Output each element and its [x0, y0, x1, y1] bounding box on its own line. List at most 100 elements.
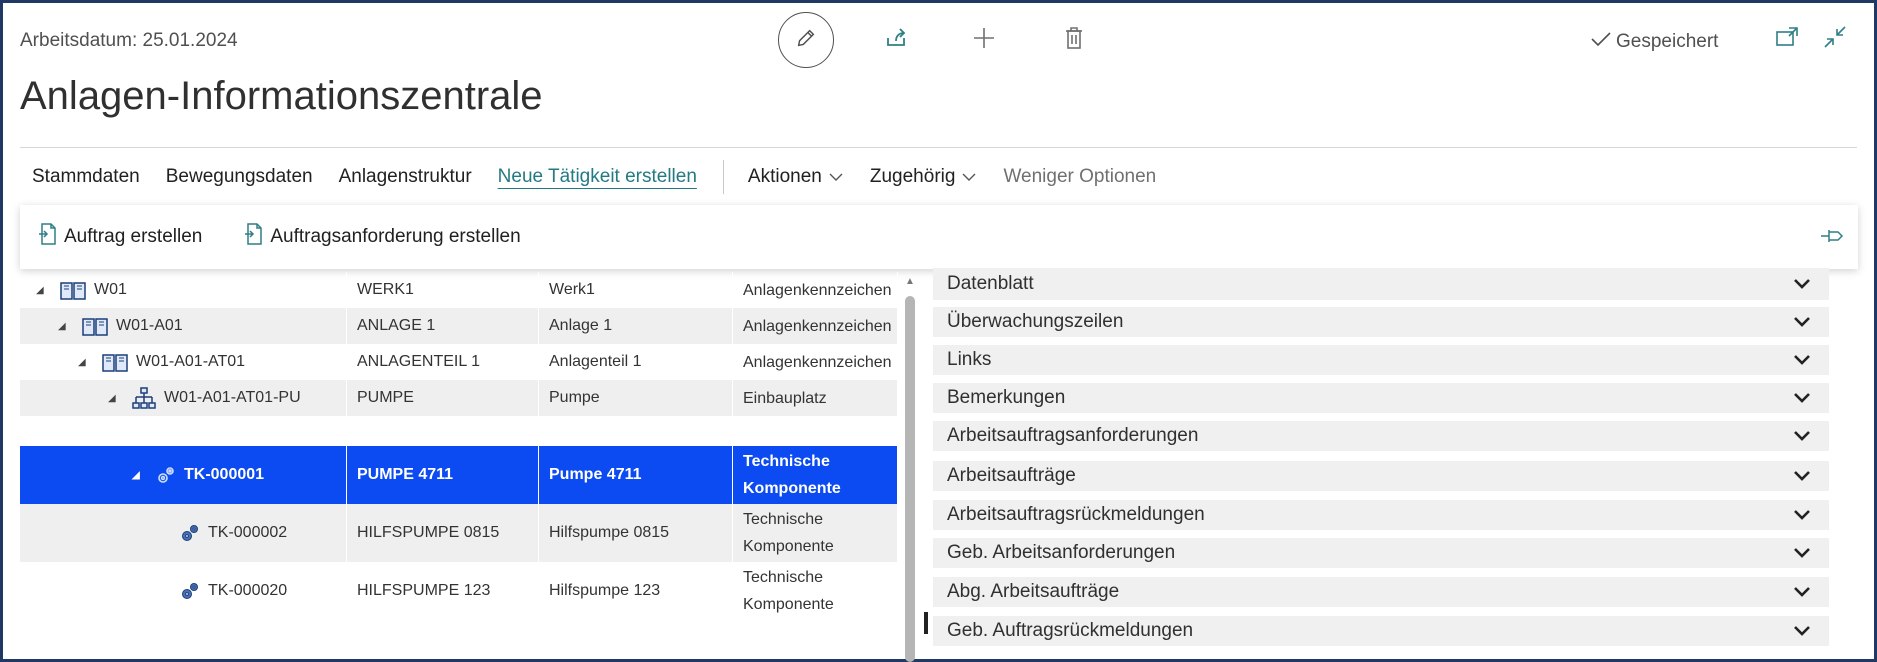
collapse-triangle-icon[interactable]: ◢ [78, 357, 94, 368]
node-name: ANLAGE 1 [347, 308, 539, 344]
factbox-arbeitsauftragsrueckmeldungen[interactable]: Arbeitsauftragsrückmeldungen [933, 500, 1829, 530]
collapse-icon [1823, 25, 1847, 54]
action-zugehoerig-menu[interactable]: Zugehörig [870, 166, 978, 188]
collapse-button[interactable] [1818, 22, 1852, 56]
share-button[interactable] [878, 22, 914, 58]
collapse-triangle-icon[interactable]: ◢ [58, 321, 74, 332]
sub-action-bar: Auftrag erstellen Auftragsanforderung er… [20, 205, 1858, 269]
chevron-down-icon[interactable] [1793, 316, 1811, 328]
scroll-up-icon[interactable]: ▲ [903, 276, 917, 287]
factbox-arbeitsauftraege[interactable]: Arbeitsaufträge [933, 461, 1829, 491]
chevron-down-icon[interactable] [1793, 392, 1811, 404]
open-new-window-button[interactable] [1770, 22, 1804, 56]
node-type: Anlagenkennzeichen [733, 272, 898, 308]
tree-cell: ◢ W01 [20, 272, 347, 308]
node-description: Hilfspumpe 0815 [539, 504, 733, 562]
tree-cell: TK-000002 [20, 504, 347, 562]
action-aktionen-menu[interactable]: Aktionen [748, 166, 844, 188]
node-type: Anlagenkennzeichen [733, 344, 898, 380]
book-icon [60, 280, 86, 300]
chevron-down-icon[interactable] [1793, 470, 1811, 482]
tree-cell: ◢ TK-000001 [20, 446, 347, 504]
collapse-triangle-icon[interactable]: ◢ [108, 393, 124, 404]
factbox-datenblatt[interactable]: Datenblatt [933, 268, 1829, 300]
action-separator [722, 160, 724, 194]
collapse-triangle-icon[interactable]: ◢ [36, 285, 52, 296]
action-bewegungsdaten[interactable]: Bewegungsdaten [166, 166, 313, 188]
factbox-links[interactable]: Links [933, 345, 1829, 375]
factbox-ueberwachungszeilen[interactable]: Überwachungszeilen [933, 307, 1829, 337]
factbox-abg-arbeitsauftraege[interactable]: Abg. Arbeitsaufträge [933, 577, 1829, 607]
share-icon [884, 26, 908, 55]
factbox-geb-arbeitsanforderungen[interactable]: Geb. Arbeitsanforderungen [933, 538, 1829, 568]
tree-cell: ◢ W01-A01-AT01 [20, 344, 347, 380]
book-icon [82, 316, 108, 336]
new-document-icon [38, 223, 58, 251]
node-type: Einbauplatz [733, 380, 898, 416]
action-zugehoerig-label: Zugehörig [869, 166, 956, 187]
node-no: W01 [94, 281, 127, 298]
action-bar: Stammdaten Bewegungsdaten Anlagenstruktu… [20, 160, 1182, 194]
factbox-label: Geb. Auftragsrückmeldungen [947, 620, 1194, 641]
action-anlagenstruktur[interactable]: Anlagenstruktur [339, 166, 472, 188]
action-aktionen-label: Aktionen [747, 166, 822, 187]
chevron-down-icon[interactable] [1793, 625, 1811, 637]
chevron-down-icon[interactable] [1793, 509, 1811, 521]
table-row[interactable]: ◢ W01 WERK1 Werk1 Anlagenkennzeichen [20, 272, 898, 308]
gears-icon [156, 465, 176, 485]
new-button[interactable] [966, 22, 1002, 58]
action-stammdaten[interactable]: Stammdaten [32, 166, 140, 188]
chevron-down-icon[interactable] [1793, 430, 1811, 442]
node-no: W01-A01 [116, 317, 183, 334]
chevron-down-icon[interactable] [1793, 278, 1811, 290]
create-order-label: Auftrag erstellen [64, 226, 203, 247]
grid-scrollbar[interactable]: ▲ [903, 272, 917, 662]
new-document-icon [244, 223, 264, 251]
edit-button[interactable] [778, 12, 834, 68]
factbox-label: Datenblatt [947, 273, 1034, 294]
table-row[interactable]: TK-000002 HILFSPUMPE 0815 Hilfspumpe 081… [20, 504, 898, 562]
factbox-geb-auftragsrueckmeldungen[interactable]: Geb. Auftragsrückmeldungen [933, 616, 1829, 646]
factbox-label: Arbeitsauftragsanforderungen [947, 425, 1199, 446]
node-name: PUMPE 4711 [347, 446, 539, 504]
factbox-bemerkungen[interactable]: Bemerkungen [933, 383, 1829, 413]
chevron-down-icon[interactable] [1793, 586, 1811, 598]
node-no: W01-A01-AT01 [136, 353, 246, 370]
plus-icon [972, 26, 996, 55]
factbox-label: Geb. Arbeitsanforderungen [947, 542, 1176, 563]
create-order-button[interactable]: Auftrag erstellen [38, 223, 202, 251]
action-neue-taetigkeit[interactable]: Neue Tätigkeit erstellen [498, 166, 697, 188]
collapse-triangle-icon[interactable]: ◢ [132, 470, 148, 481]
node-name: WERK1 [347, 272, 539, 308]
create-order-request-button[interactable]: Auftragsanforderung erstellen [244, 223, 521, 251]
tree-cell: ◢ W01-A01 [20, 308, 347, 344]
table-row-selected[interactable]: ◢ TK-000001 PUMPE 4711 Pumpe 4711 Techni… [20, 446, 898, 504]
table-row[interactable]: ◢ W01-A01-AT01-PU PUMPE Pumpe Einbauplat… [20, 380, 898, 416]
node-no: TK-000001 [184, 466, 265, 483]
table-row[interactable]: ◢ W01-A01 ANLAGE 1 Anlage 1 Anlagenkennz… [20, 308, 898, 344]
factbox-label: Bemerkungen [947, 387, 1066, 408]
splitter-handle[interactable] [924, 612, 928, 634]
factbox-label: Abg. Arbeitsaufträge [947, 581, 1120, 602]
node-name: ANLAGENTEIL 1 [347, 344, 539, 380]
table-row[interactable]: TK-000020 HILFSPUMPE 123 Hilfspumpe 123 … [20, 562, 898, 620]
chevron-down-icon[interactable] [1793, 354, 1811, 366]
node-description: Werk1 [539, 272, 733, 308]
node-no: TK-000020 [208, 582, 288, 599]
hierarchy-icon [132, 387, 156, 409]
pin-icon[interactable] [1820, 227, 1846, 251]
book-icon [102, 352, 128, 372]
node-type: Technische Komponente [733, 504, 898, 562]
action-weniger-optionen[interactable]: Weniger Optionen [1003, 166, 1156, 188]
factbox-arbeitsauftragsanforderungen[interactable]: Arbeitsauftragsanforderungen [933, 421, 1829, 451]
table-row[interactable]: ◢ W01-A01-AT01 ANLAGENTEIL 1 Anlagenteil… [20, 344, 898, 380]
chevron-down-icon[interactable] [1793, 547, 1811, 559]
delete-button[interactable] [1056, 22, 1092, 58]
factbox-label: Links [947, 349, 992, 370]
popout-icon [1775, 26, 1799, 53]
node-description: Hilfspumpe 123 [539, 562, 733, 620]
chevron-down-icon [961, 166, 977, 188]
node-name: PUMPE [347, 380, 539, 416]
saved-status: Gespeichert [1590, 30, 1718, 54]
scrollbar-thumb[interactable] [905, 296, 915, 662]
